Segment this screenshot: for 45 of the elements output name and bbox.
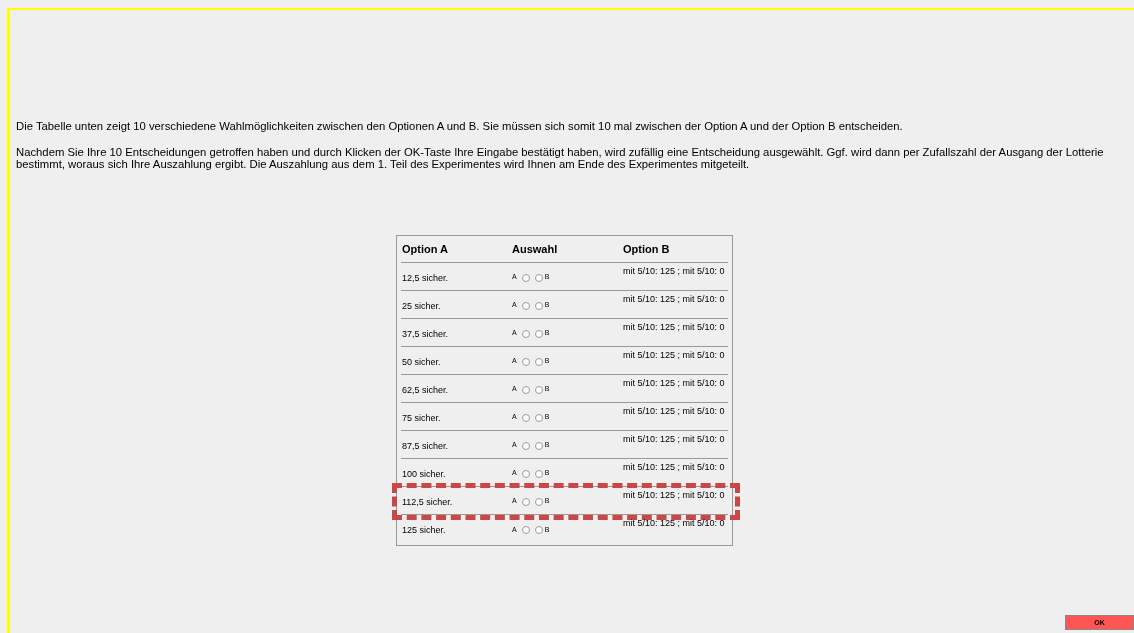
table-cell-text: 112,5 sicher. bbox=[401, 496, 454, 509]
table-cell-text: mit 5/10: 125 ; mit 5/10: 0 bbox=[623, 433, 725, 446]
table-cell-text: 12,5 sicher. bbox=[401, 272, 450, 285]
column-header: Option A bbox=[401, 241, 450, 257]
radio-button[interactable] bbox=[521, 526, 530, 534]
table-cell-text: 62,5 sicher. bbox=[401, 384, 450, 397]
table-cell-text: mit 5/10: 125 ; mit 5/10: 0 bbox=[623, 517, 725, 530]
instruction-paragraph: Die Tabelle unten zeigt 10 verschiedene Wahlmöglichkeiten zwischen den Optionen A und B. Sie müssen sich somit 10 mal zwischen der Option A und der Option B entscheiden. bbox=[16, 120, 904, 132]
radio-button[interactable] bbox=[521, 273, 530, 282]
table-cell-text: 87,5 sicher. bbox=[401, 440, 450, 453]
radio-button[interactable] bbox=[521, 469, 530, 478]
radio-button[interactable] bbox=[534, 273, 543, 282]
column-header: Auswahl bbox=[512, 241, 559, 257]
radio-button[interactable] bbox=[521, 497, 530, 506]
table-cell-text: 25 sicher. bbox=[401, 300, 442, 313]
radio-button[interactable] bbox=[534, 385, 543, 394]
table-cell-text: 50 sicher. bbox=[401, 356, 442, 369]
table-cell-text: mit 5/10: 125 ; mit 5/10: 0 bbox=[623, 461, 725, 474]
table-cell-text: mit 5/10: 125 ; mit 5/10: 0 bbox=[623, 489, 725, 502]
table-cell-text: mit 5/10: 125 ; mit 5/10: 0 bbox=[623, 377, 725, 390]
table-cell-text: 100 sicher. bbox=[401, 468, 447, 481]
table-cell-text: 37,5 sicher. bbox=[401, 328, 450, 341]
column-header: Option B bbox=[623, 241, 670, 257]
radio-button[interactable] bbox=[521, 301, 530, 310]
table-cell-text: mit 5/10: 125 ; mit 5/10: 0 bbox=[623, 349, 725, 362]
radio-button[interactable] bbox=[534, 497, 543, 506]
radio-button[interactable] bbox=[534, 441, 543, 450]
radio-button[interactable] bbox=[521, 385, 530, 394]
radio-button[interactable] bbox=[534, 301, 543, 310]
radio-button[interactable] bbox=[521, 357, 530, 366]
table-cell-text: mit 5/10: 125 ; mit 5/10: 0 bbox=[623, 321, 725, 334]
radio-button[interactable] bbox=[534, 413, 543, 422]
radio-button[interactable] bbox=[521, 441, 530, 450]
radio-button[interactable] bbox=[521, 329, 530, 338]
radio-button[interactable] bbox=[534, 469, 543, 478]
instruction-paragraph: Nachdem Sie Ihre 10 Entscheidungen getroffen haben und durch Klicken der OK-Taste Ihre Eingabe bestätigt haben, wird zufällig eine Entscheidung ausgewählt. Ggf. wird dann per Zufallszahl der Ausgang der Lotterie bestimmt, woraus sich Ihre Auszahlung ergibt. Die Auszahlung aus dem 1. Teil des Experimentes wird Ihnen am Ende des Experimentes mitgeteilt. bbox=[16, 146, 1105, 170]
table-cell-text: mit 5/10: 125 ; mit 5/10: 0 bbox=[623, 293, 725, 306]
table-cell-text: mit 5/10: 125 ; mit 5/10: 0 bbox=[623, 405, 725, 418]
table-cell-text: 75 sicher. bbox=[401, 412, 442, 425]
radio-button[interactable] bbox=[534, 357, 543, 366]
radio-button[interactable] bbox=[521, 413, 530, 422]
table-cell-text: mit 5/10: 125 ; mit 5/10: 0 bbox=[623, 265, 725, 278]
radio-button[interactable] bbox=[534, 329, 543, 338]
table-cell-text: 125 sicher. bbox=[401, 524, 447, 537]
radio-button[interactable] bbox=[534, 526, 543, 534]
